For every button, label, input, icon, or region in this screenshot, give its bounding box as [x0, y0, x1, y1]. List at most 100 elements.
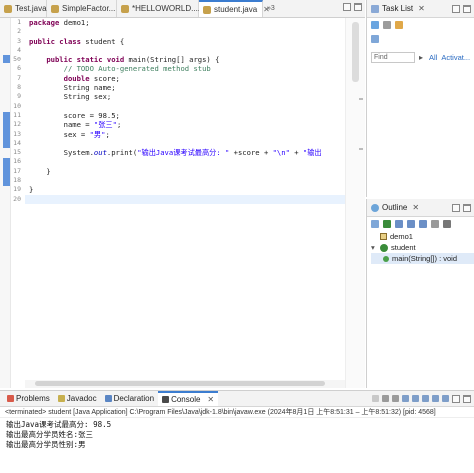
code-line[interactable]: 6 // TODO Auto-generated method stub	[17, 64, 345, 73]
new-task-icon[interactable]	[371, 21, 379, 29]
code-line[interactable]: 9 String sex;	[17, 92, 345, 101]
chevron-down-icon[interactable]: ▾	[371, 243, 377, 252]
tab-overflow-button[interactable]: » 3	[267, 0, 275, 17]
code-line[interactable]: 11 score = 98.5;	[13, 111, 345, 120]
pin-console-icon[interactable]	[422, 395, 429, 402]
console-terminated-line: <terminated> student [Java Application] …	[0, 407, 474, 418]
java-file-icon	[203, 5, 211, 14]
scrollbar-thumb[interactable]	[352, 22, 359, 82]
minimize-icon[interactable]	[343, 3, 351, 11]
editor-tab-bar: Test.java SimpleFactor... *HELLOWORLD...…	[0, 0, 365, 18]
console-output[interactable]: 输出Java课考试最高分: 98.5 输出最高分学员姓名:张三 输出最高分学员性…	[0, 418, 474, 450]
code-line[interactable]: 2	[17, 27, 345, 36]
tab-simplefactor[interactable]: SimpleFactor...	[47, 0, 117, 17]
maximize-icon[interactable]	[463, 5, 471, 13]
maximize-icon[interactable]	[463, 395, 471, 403]
all-link[interactable]: All	[429, 53, 437, 62]
remove-all-icon[interactable]	[392, 395, 399, 402]
outline-method[interactable]: main(String[]) : void	[371, 253, 474, 264]
tab-javadoc[interactable]: Javadoc	[54, 391, 101, 406]
code-line[interactable]: 13 sex = "男";	[13, 130, 345, 139]
task-list-title[interactable]: Task List	[382, 4, 413, 13]
collapse-all-icon[interactable]	[371, 35, 379, 43]
categorize-icon[interactable]	[383, 21, 391, 29]
code-area[interactable]: 1 package demo1; 2 3 public class student {4…	[13, 18, 345, 204]
hide-static-icon[interactable]	[395, 220, 403, 228]
code-token: +	[289, 148, 303, 158]
line-number: 12	[13, 120, 21, 129]
code-line[interactable]: 16	[13, 157, 345, 166]
sort-icon[interactable]	[371, 220, 379, 228]
code-token: "男"	[89, 129, 106, 139]
code-line[interactable]: 1 package demo1;	[17, 18, 345, 27]
tab-console[interactable]: Console ✕	[158, 391, 219, 406]
scrollbar-thumb[interactable]	[35, 381, 325, 386]
tab-helloworld[interactable]: *HELLOWORLD....	[117, 0, 200, 17]
code-line[interactable]: 10	[13, 102, 345, 111]
close-icon[interactable]: ✕	[207, 395, 214, 404]
code-token: "输出	[302, 148, 322, 158]
clear-console-icon[interactable]	[402, 395, 409, 402]
code-line[interactable]: 15 System.out.print("输出Java课考试最高分: " +sc…	[13, 148, 345, 158]
focus-icon[interactable]	[431, 220, 439, 228]
code-token: System.	[29, 148, 94, 158]
code-line[interactable]: 17 }	[13, 167, 345, 176]
code-token: ;	[105, 129, 110, 139]
code-token: name =	[29, 120, 94, 130]
tab-test-java[interactable]: Test.java	[0, 0, 47, 17]
remove-launch-icon[interactable]	[382, 395, 389, 402]
tab-student-java[interactable]: student.java ✕	[199, 0, 270, 17]
code-token: "\n"	[272, 148, 290, 158]
line-number: 17	[13, 166, 21, 175]
maximize-icon[interactable]	[463, 204, 471, 212]
outline-package[interactable]: demo1	[371, 231, 474, 242]
outline-title[interactable]: Outline	[382, 203, 407, 212]
find-input[interactable]: Find	[371, 51, 415, 63]
tab-declaration[interactable]: Declaration	[101, 391, 158, 406]
code-line[interactable]: 5⊖ public static void main(String[] args…	[13, 55, 345, 64]
hide-fields-icon[interactable]	[383, 220, 391, 228]
code-text: sex = "男";	[29, 130, 110, 139]
minimize-icon[interactable]	[452, 5, 460, 13]
code-line[interactable]: 20	[13, 194, 345, 204]
code-line[interactable]: 3 public class student {	[17, 37, 345, 46]
code-line[interactable]: 14	[13, 139, 345, 148]
scroll-lock-icon[interactable]	[412, 395, 419, 402]
javadoc-icon	[57, 395, 65, 402]
chevron-right-icon[interactable]: ▸	[419, 53, 425, 62]
hide-nonpublic-icon[interactable]	[407, 220, 415, 228]
outline-class[interactable]: ▾ student	[371, 242, 474, 253]
activate-link[interactable]: Activat...	[441, 53, 470, 62]
code-line[interactable]: 7 double score;	[17, 74, 345, 83]
code-line[interactable]: 12 name = "张三";	[13, 120, 345, 130]
vertical-scrollbar[interactable]	[345, 18, 365, 388]
tab-problems[interactable]: Problems	[3, 391, 54, 406]
line-number: 19	[13, 185, 21, 194]
code-line[interactable]: 4	[17, 46, 345, 55]
open-console-icon[interactable]	[442, 395, 449, 402]
code-line[interactable]: 18	[13, 176, 345, 185]
line-number: 4	[17, 45, 21, 54]
close-icon[interactable]: ✕	[412, 203, 419, 212]
outline-panel: Outline ✕ demo1 ▾ student main(String[])…	[366, 199, 474, 388]
line-number: 9	[17, 92, 21, 101]
code-editor[interactable]: 1 package demo1; 2 3 public class student {4…	[0, 18, 365, 388]
code-line[interactable]: 8 String name;	[17, 83, 345, 93]
maximize-icon[interactable]	[354, 3, 362, 11]
view-menu-icon[interactable]	[443, 220, 451, 228]
code-token: String name;	[29, 83, 116, 93]
tab-overflow-count: 3	[270, 5, 275, 12]
code-line[interactable]: 19}	[13, 185, 345, 194]
minimize-icon[interactable]	[452, 204, 460, 212]
filter-icon[interactable]	[395, 21, 403, 29]
display-console-icon[interactable]	[432, 395, 439, 402]
hide-local-types-icon[interactable]	[419, 220, 427, 228]
close-icon[interactable]: ✕	[418, 4, 425, 13]
code-text: package demo1;	[29, 18, 90, 27]
horizontal-scrollbar[interactable]	[25, 380, 345, 388]
tab-label: Problems	[16, 394, 50, 403]
minimize-icon[interactable]	[452, 395, 460, 403]
terminate-icon[interactable]	[372, 395, 379, 402]
outline-title-bar: Outline ✕	[367, 199, 474, 217]
tab-label: Declaration	[113, 394, 155, 403]
